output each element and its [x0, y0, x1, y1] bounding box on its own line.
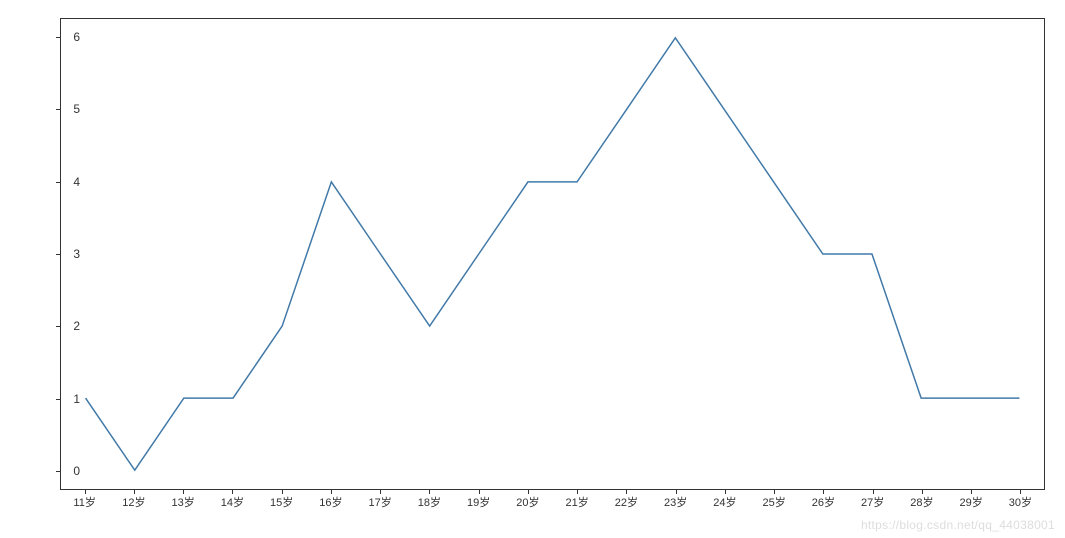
x-tick-mark: [922, 490, 923, 494]
x-tick-label: 29岁: [960, 494, 983, 510]
x-tick-label: 22岁: [615, 494, 638, 510]
x-tick-label: 18岁: [418, 494, 441, 510]
x-tick-mark: [85, 490, 86, 494]
x-tick-mark: [528, 490, 529, 494]
watermark-text: https://blog.csdn.net/qq_44038001: [861, 518, 1055, 532]
x-tick-label: 26岁: [812, 494, 835, 510]
plot-area: [60, 18, 1045, 490]
x-tick-label: 30岁: [1009, 494, 1032, 510]
x-tick-mark: [183, 490, 184, 494]
x-tick-mark: [479, 490, 480, 494]
x-tick-mark: [725, 490, 726, 494]
x-tick-mark: [676, 490, 677, 494]
x-tick-mark: [577, 490, 578, 494]
x-tick-label: 25岁: [763, 494, 786, 510]
x-tick-mark: [971, 490, 972, 494]
x-tick-label: 12岁: [122, 494, 145, 510]
y-tick-mark: [56, 109, 60, 110]
chart-container: 0 1 2 3 4 5 6 11岁 12岁 13岁 14岁 15岁 16岁 17岁 18岁 19岁 20岁 21…: [35, 18, 1045, 510]
x-tick-label: 28岁: [910, 494, 933, 510]
y-tick-mark: [56, 37, 60, 38]
x-tick-mark: [1020, 490, 1021, 494]
y-tick-label: 6: [73, 30, 80, 44]
y-tick-label: 4: [73, 175, 80, 189]
x-tick-mark: [134, 490, 135, 494]
y-tick-label: 3: [73, 247, 80, 261]
y-tick-mark: [56, 399, 60, 400]
x-tick-label: 21岁: [566, 494, 589, 510]
x-tick-label: 15岁: [270, 494, 293, 510]
x-tick-label: 24岁: [713, 494, 736, 510]
y-tick-label: 5: [73, 102, 80, 116]
x-tick-label: 16岁: [319, 494, 342, 510]
x-tick-label: 14岁: [221, 494, 244, 510]
y-tick-label: 0: [73, 464, 80, 478]
x-tick-label: 13岁: [172, 494, 195, 510]
x-tick-mark: [331, 490, 332, 494]
x-tick-mark: [626, 490, 627, 494]
x-tick-label: 27岁: [861, 494, 884, 510]
x-tick-mark: [429, 490, 430, 494]
x-tick-mark: [282, 490, 283, 494]
x-tick-mark: [232, 490, 233, 494]
y-tick-label: 1: [73, 392, 80, 406]
x-tick-label: 11岁: [73, 494, 95, 510]
y-tick-mark: [56, 471, 60, 472]
y-tick-mark: [56, 326, 60, 327]
x-tick-mark: [774, 490, 775, 494]
x-tick-label: 20岁: [516, 494, 539, 510]
x-tick-mark: [873, 490, 874, 494]
x-tick-mark: [380, 490, 381, 494]
y-tick-label: 2: [73, 319, 80, 333]
x-tick-label: 19岁: [467, 494, 490, 510]
line-series: [61, 19, 1044, 489]
x-tick-mark: [823, 490, 824, 494]
x-tick-label: 17岁: [369, 494, 392, 510]
y-tick-mark: [56, 254, 60, 255]
y-tick-mark: [56, 182, 60, 183]
x-tick-label: 23岁: [664, 494, 687, 510]
